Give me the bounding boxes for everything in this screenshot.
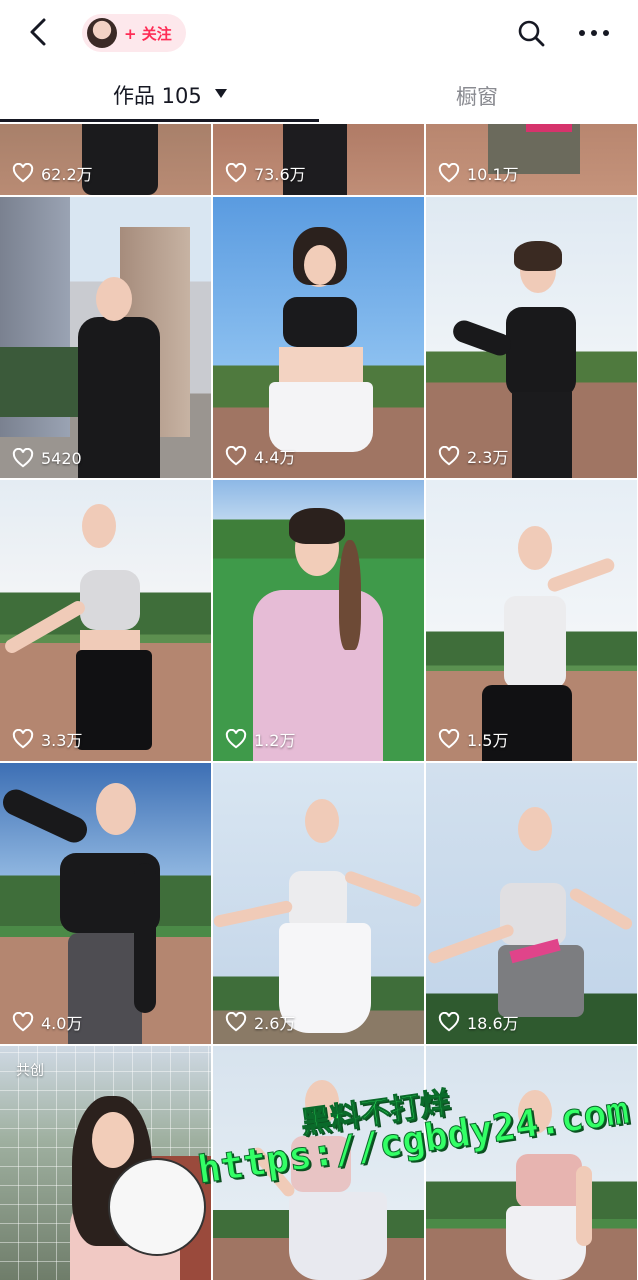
tab-window[interactable]: 橱窗 <box>319 66 638 124</box>
heart-icon <box>225 1012 247 1032</box>
search-icon <box>518 20 545 47</box>
heart-icon <box>438 446 460 466</box>
tab-works-label: 作品 105 <box>113 84 202 108</box>
video-tile[interactable]: 4.0万 <box>0 763 211 1044</box>
back-icon <box>30 18 46 46</box>
tab-window-label: 橱窗 <box>456 85 498 109</box>
tab-works[interactable]: 作品 105 <box>0 66 319 124</box>
like-count: 73.6万 <box>225 161 306 185</box>
heart-icon <box>438 163 460 183</box>
video-grid: 62.2万 73.6万 10.1万 5420 4.4万 2.3万 3.3万 1.… <box>0 124 638 1280</box>
like-count: 3.3万 <box>12 727 82 751</box>
heart-icon <box>225 446 247 466</box>
like-count: 2.6万 <box>225 1010 295 1034</box>
video-tile[interactable]: 1.5万 <box>426 480 637 761</box>
video-tile[interactable]: 73.6万 <box>213 124 424 195</box>
heart-icon <box>438 1012 460 1032</box>
video-tile[interactable]: 3.3万 <box>0 480 211 761</box>
heart-icon <box>225 729 247 749</box>
like-count: 62.2万 <box>12 161 93 185</box>
like-count: 5420 <box>12 448 82 468</box>
like-count: 10.1万 <box>438 161 519 185</box>
video-tile[interactable]: 2.6万 <box>213 763 424 1044</box>
like-count: 4.0万 <box>12 1010 82 1034</box>
video-tile[interactable] <box>426 1046 637 1280</box>
heart-icon <box>12 163 34 183</box>
video-tile[interactable]: 5420 <box>0 197 211 478</box>
heart-icon <box>438 729 460 749</box>
like-count: 2.3万 <box>438 444 508 468</box>
heart-icon <box>12 729 34 749</box>
like-count: 1.5万 <box>438 727 508 751</box>
tab-active-indicator <box>0 119 319 122</box>
top-bar: + 关注 <box>0 0 638 66</box>
follow-pill[interactable]: + 关注 <box>82 14 186 52</box>
video-tile[interactable]: 18.6万 <box>426 763 637 1044</box>
search-button[interactable] <box>516 18 546 48</box>
caret-down-icon[interactable] <box>215 89 227 98</box>
video-tile[interactable]: 10.1万 <box>426 124 637 195</box>
collab-tag: 共创 <box>16 1063 44 1079</box>
follow-button[interactable]: + 关注 <box>124 23 172 44</box>
video-tile[interactable]: 2.3万 <box>426 197 637 478</box>
like-count: 18.6万 <box>438 1010 519 1034</box>
video-tile[interactable]: 共创 <box>0 1046 211 1280</box>
heart-icon <box>225 163 247 183</box>
more-button[interactable] <box>576 18 612 48</box>
like-count: 4.4万 <box>225 444 295 468</box>
heart-icon <box>12 448 34 468</box>
video-tile[interactable] <box>213 1046 424 1280</box>
heart-icon <box>12 1012 34 1032</box>
more-icon <box>579 30 609 36</box>
like-count: 1.2万 <box>225 727 295 751</box>
profile-tabs: 作品 105 橱窗 <box>0 66 638 124</box>
back-button[interactable] <box>24 14 56 50</box>
video-tile[interactable]: 4.4万 <box>213 197 424 478</box>
video-tile[interactable]: 62.2万 <box>0 124 211 195</box>
video-tile[interactable]: 1.2万 <box>213 480 424 761</box>
avatar[interactable] <box>87 18 117 48</box>
